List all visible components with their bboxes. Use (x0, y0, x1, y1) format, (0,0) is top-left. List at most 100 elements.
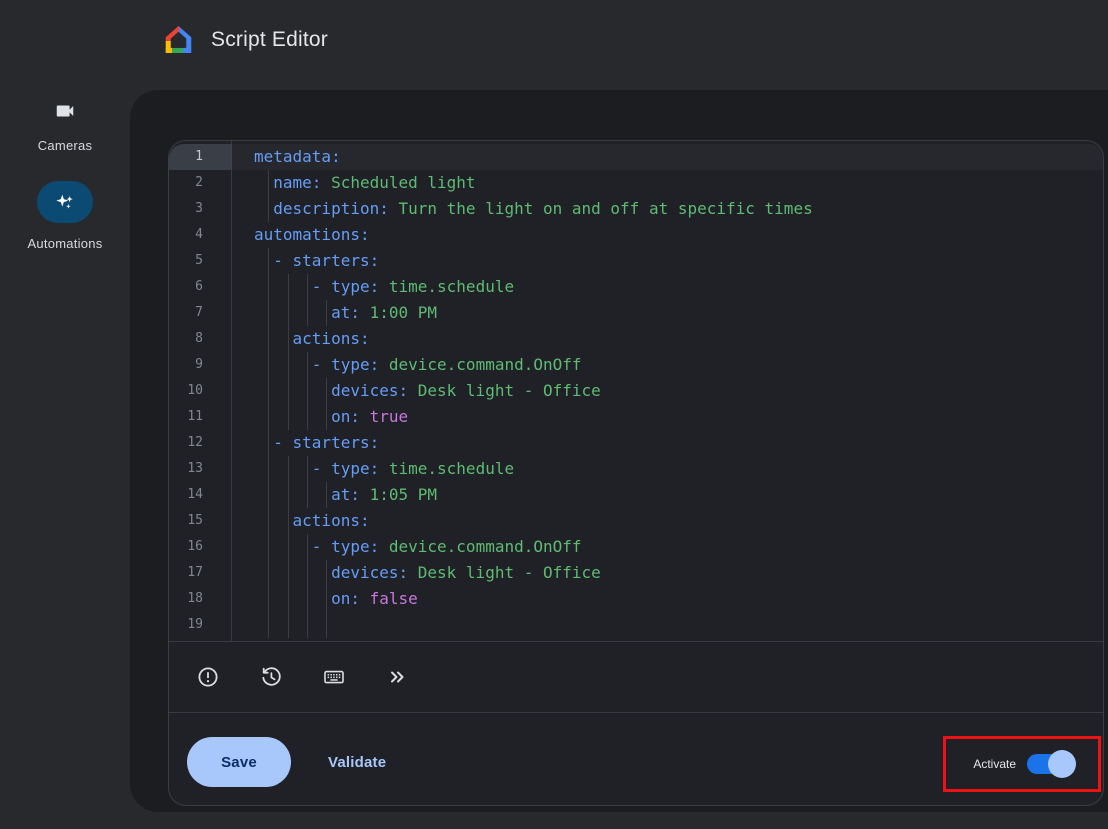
indent-guide (288, 482, 289, 508)
line-number: 12 (169, 430, 231, 456)
code-line-text: metadata: (231, 144, 1103, 170)
code-line[interactable]: 5 - starters: (169, 248, 1103, 274)
code-line-text: actions: (231, 326, 1103, 352)
code-line[interactable]: 1metadata: (169, 144, 1103, 170)
code-line[interactable]: 6 - type: time.schedule (169, 274, 1103, 300)
sidebar-item-label: Cameras (0, 138, 130, 153)
sidebar-item-automations[interactable]: Automations (0, 181, 130, 251)
line-number: 10 (169, 378, 231, 404)
videocam-icon (0, 99, 130, 123)
indent-guide (307, 560, 308, 586)
indent-guide (268, 586, 269, 612)
code-line-text: - starters: (231, 248, 1103, 274)
validate-button[interactable]: Validate (322, 753, 392, 772)
indent-guide (288, 300, 289, 326)
code-line[interactable]: 8 actions: (169, 326, 1103, 352)
indent-guide (268, 170, 269, 196)
code-line[interactable]: 19 (169, 612, 1103, 638)
indent-guide (288, 404, 289, 430)
code-line-text: at: 1:00 PM (231, 300, 1103, 326)
double-arrow-icon (385, 665, 409, 689)
code-line-text: - type: time.schedule (231, 274, 1103, 300)
line-number: 2 (169, 170, 231, 196)
keyboard-button[interactable] (322, 665, 346, 689)
expand-tools-button[interactable] (385, 665, 409, 689)
indent-guide (268, 430, 269, 456)
toggle-thumb (1048, 750, 1076, 778)
indent-guide (307, 404, 308, 430)
line-number: 8 (169, 326, 231, 352)
line-number: 3 (169, 196, 231, 222)
active-item-pill (37, 181, 93, 223)
indent-guide (288, 378, 289, 404)
indent-guide (268, 534, 269, 560)
indent-guide (288, 274, 289, 300)
code-editor[interactable]: 1metadata:2 name: Scheduled light3 descr… (169, 141, 1103, 641)
activate-annotation-box: Activate (943, 736, 1101, 792)
editor-footer: Save Validate Activate (169, 712, 1103, 805)
indent-guide (268, 326, 269, 352)
indent-guide (307, 612, 308, 638)
indent-guide (307, 456, 308, 482)
indent-guide (288, 586, 289, 612)
sparkle-icon (55, 192, 75, 212)
save-button[interactable]: Save (187, 737, 291, 787)
code-line-text: actions: (231, 508, 1103, 534)
code-line[interactable]: 3 description: Turn the light on and off… (169, 196, 1103, 222)
code-line[interactable]: 16 - type: device.command.OnOff (169, 534, 1103, 560)
indent-guide (307, 300, 308, 326)
indent-guide (307, 352, 308, 378)
problems-button[interactable] (196, 665, 220, 689)
indent-guide (268, 508, 269, 534)
indent-guide (268, 612, 269, 638)
code-line[interactable]: 4automations: (169, 222, 1103, 248)
indent-guide (288, 508, 289, 534)
google-home-logo-icon (163, 23, 194, 56)
history-button[interactable] (259, 665, 283, 689)
code-line[interactable]: 17 devices: Desk light - Office (169, 560, 1103, 586)
indent-guide (307, 534, 308, 560)
indent-guide (288, 456, 289, 482)
editor-toolbar (169, 641, 1103, 712)
indent-guide (288, 560, 289, 586)
code-line-text: name: Scheduled light (231, 170, 1103, 196)
sidebar-item-cameras[interactable]: Cameras (0, 99, 130, 153)
code-line[interactable]: 15 actions: (169, 508, 1103, 534)
page-title: Script Editor (211, 28, 328, 52)
code-line[interactable]: 11 on: true (169, 404, 1103, 430)
code-line[interactable]: 13 - type: time.schedule (169, 456, 1103, 482)
code-line[interactable]: 7 at: 1:00 PM (169, 300, 1103, 326)
line-number: 13 (169, 456, 231, 482)
indent-guide (288, 326, 289, 352)
code-line-text (231, 612, 1103, 638)
code-line[interactable]: 2 name: Scheduled light (169, 170, 1103, 196)
indent-guide (268, 248, 269, 274)
line-number: 11 (169, 404, 231, 430)
code-line[interactable]: 12 - starters: (169, 430, 1103, 456)
code-line[interactable]: 9 - type: device.command.OnOff (169, 352, 1103, 378)
indent-guide (288, 612, 289, 638)
code-line[interactable]: 18 on: false (169, 586, 1103, 612)
activate-toggle[interactable] (1027, 754, 1071, 774)
app-header: Script Editor (163, 23, 328, 56)
code-line-text: - type: device.command.OnOff (231, 352, 1103, 378)
history-icon (259, 665, 283, 689)
line-number: 4 (169, 222, 231, 248)
code-line-text: - type: time.schedule (231, 456, 1103, 482)
indent-guide (268, 274, 269, 300)
sidebar-item-label: Automations (0, 236, 130, 251)
line-number: 15 (169, 508, 231, 534)
indent-guide (307, 586, 308, 612)
code-line-text: - starters: (231, 430, 1103, 456)
script-editor-page: { "header": { "title": "Script Editor", … (0, 0, 1108, 829)
code-lines: 1metadata:2 name: Scheduled light3 descr… (169, 144, 1103, 638)
line-number: 18 (169, 586, 231, 612)
error-icon (196, 665, 220, 689)
indent-guide (288, 534, 289, 560)
code-line[interactable]: 10 devices: Desk light - Office (169, 378, 1103, 404)
activate-label: Activate (973, 757, 1016, 771)
sidebar: Cameras Automations (0, 90, 130, 251)
code-line[interactable]: 14 at: 1:05 PM (169, 482, 1103, 508)
indent-guide (268, 456, 269, 482)
indent-guide (268, 300, 269, 326)
